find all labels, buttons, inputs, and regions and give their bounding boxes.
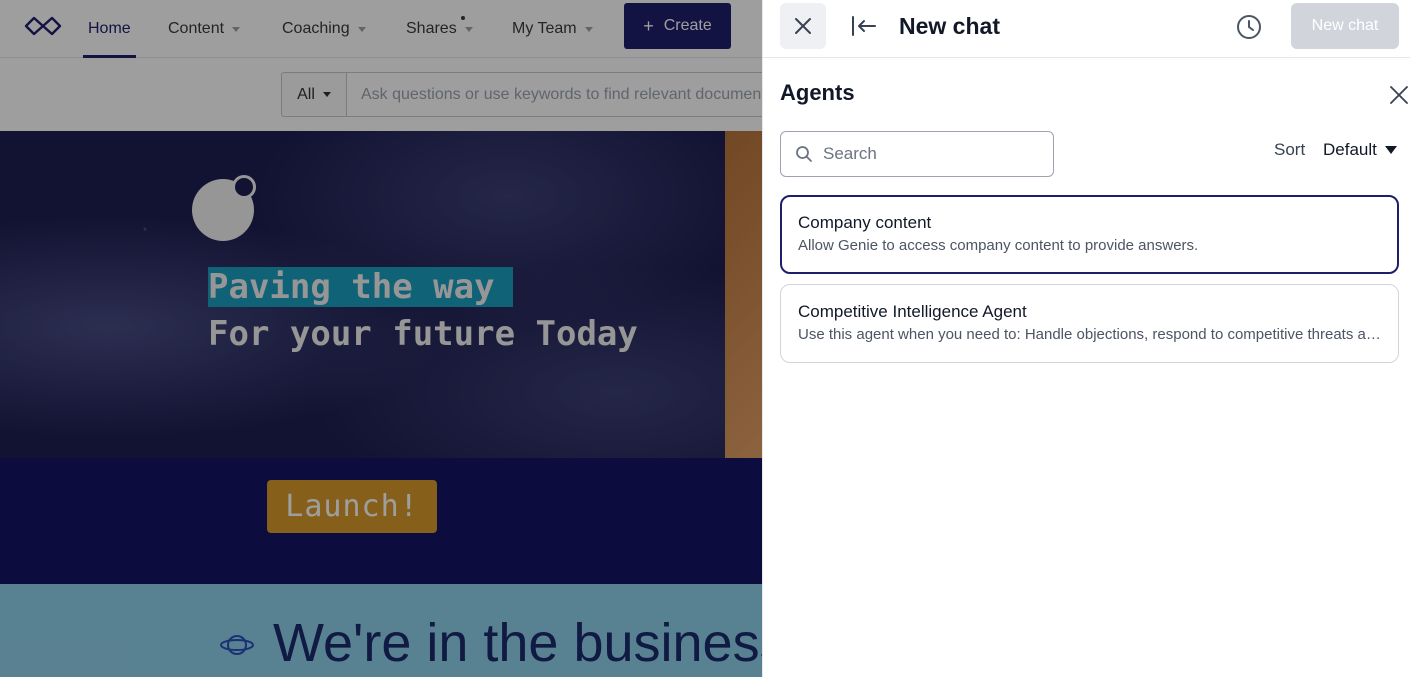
sort-label: Sort	[1274, 140, 1306, 159]
history-button[interactable]	[1233, 11, 1265, 43]
clock-icon	[1237, 15, 1261, 39]
agent-description: Allow Genie to access company content to…	[798, 237, 1199, 254]
agent-card-competitive-intelligence[interactable]: Competitive Intelligence Agent Use this …	[780, 284, 1399, 363]
new-chat-panel: New chat New chat Agents Sort Default Co…	[762, 0, 1410, 677]
agent-search-input[interactable]	[823, 144, 1023, 164]
agent-name: Competitive Intelligence Agent	[798, 302, 1027, 321]
new-chat-button[interactable]: New chat	[1291, 3, 1399, 49]
close-agents-icon[interactable]	[1389, 85, 1409, 105]
collapse-left-icon	[852, 16, 876, 36]
close-panel-button[interactable]	[780, 3, 826, 49]
agent-description: Use this agent when you need to: Handle …	[798, 326, 1381, 343]
sort-dropdown[interactable]: Default	[1323, 140, 1397, 160]
collapse-panel-button[interactable]	[841, 3, 887, 49]
close-icon	[795, 18, 811, 34]
agent-search-field[interactable]	[780, 131, 1054, 177]
agent-name: Company content	[798, 213, 932, 232]
search-icon	[796, 146, 812, 162]
agent-card-company-content[interactable]: Company content Allow Genie to access co…	[780, 195, 1399, 274]
caret-down-icon	[1384, 146, 1397, 154]
agents-heading: Agents	[780, 80, 855, 105]
panel-header: New chat New chat	[763, 0, 1410, 58]
panel-title: New chat	[899, 13, 1000, 39]
sort-value: Default	[1323, 140, 1377, 159]
